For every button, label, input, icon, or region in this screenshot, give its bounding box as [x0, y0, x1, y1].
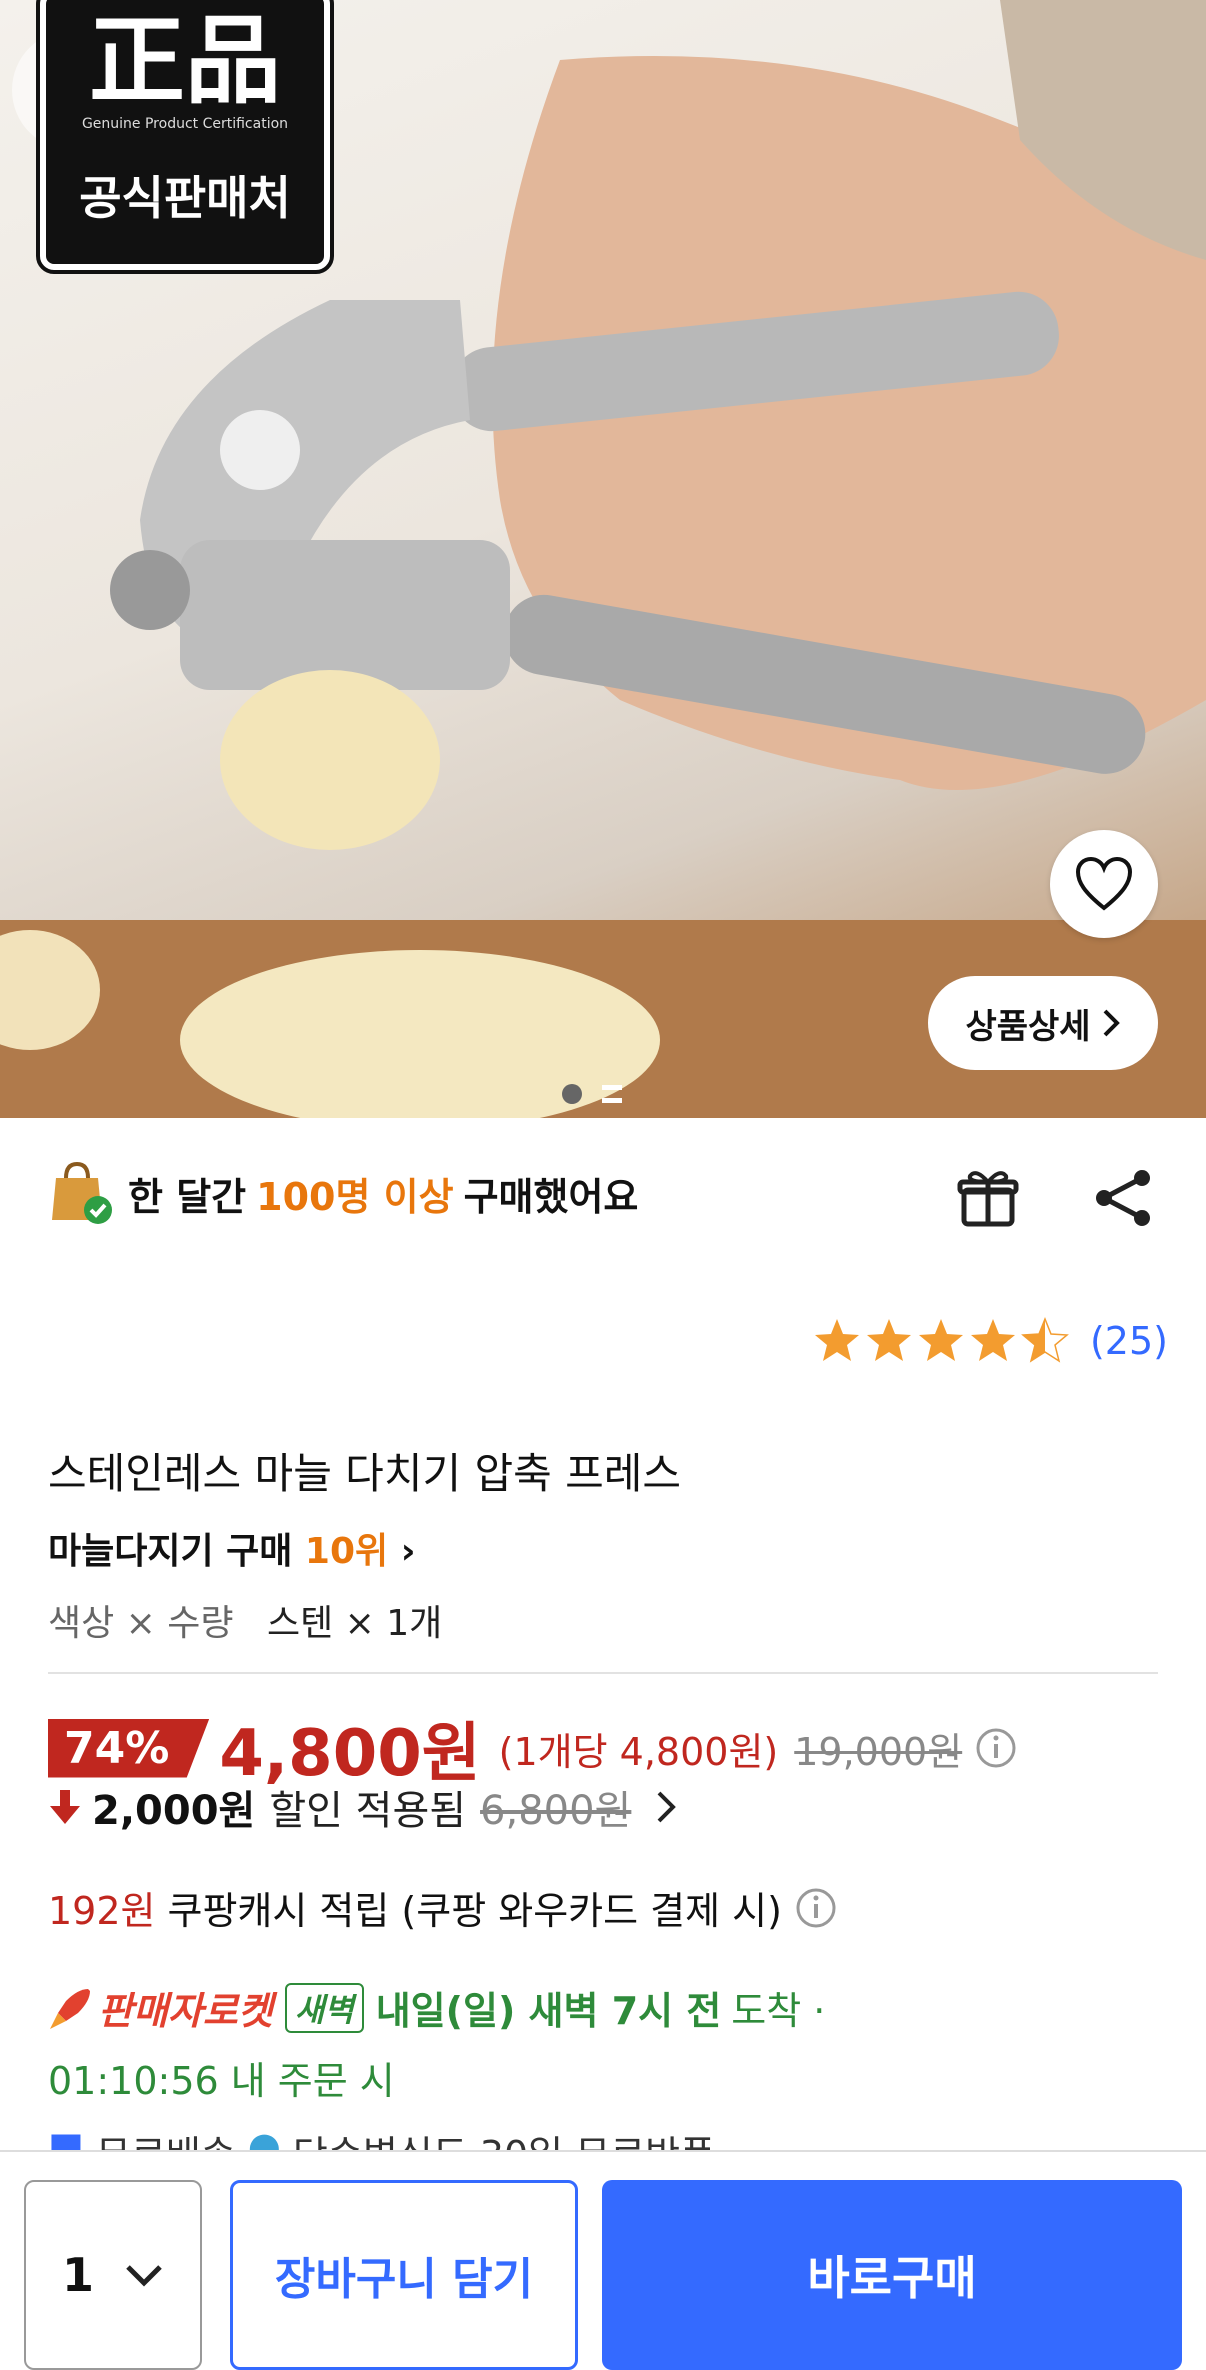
- rocket-icon: [50, 1988, 90, 2029]
- shopping-bag-icon: [52, 1161, 112, 1224]
- option-value: 스텐 × 1개: [266, 1603, 443, 1644]
- chevron-right-icon: ›: [400, 1531, 416, 1572]
- star-rating: [814, 1316, 1069, 1363]
- carousel-indicator: [562, 1084, 622, 1104]
- chevron-down-icon: [126, 2265, 162, 2287]
- cash-amount: 192원: [48, 1889, 156, 1933]
- info-icon[interactable]: [794, 1886, 838, 1930]
- cash-text: 쿠팡캐시 적립 (쿠팡 와우카드 결제 시): [167, 1889, 782, 1933]
- original-price: 19,000원: [794, 1729, 963, 1774]
- share-icon[interactable]: [1092, 1166, 1156, 1230]
- cash-reward: 192원 쿠팡캐시 적립 (쿠팡 와우카드 결제 시): [48, 1880, 838, 1935]
- add-to-cart-button[interactable]: 장바구니 담기: [230, 2180, 578, 2370]
- discount-row[interactable]: 2,000원 할인 적용됨 6,800원: [48, 1778, 679, 1836]
- rating[interactable]: (25): [812, 1316, 1168, 1366]
- purchase-prefix: 한 달간: [128, 1174, 247, 1219]
- product-image-carousel[interactable]: 正品 Genuine Product Certification 공식판매처 상…: [0, 0, 1206, 1118]
- arrival-suffix: 도착 ·: [731, 1989, 826, 2033]
- buy-now-button[interactable]: 바로구매: [602, 2180, 1182, 2370]
- rank-value: 10위: [304, 1531, 389, 1572]
- bottom-action-bar: 1 장바구니 담기 바로구매: [0, 2150, 1206, 2370]
- product-title: 스테인레스 마늘 다치기 압축 프레스: [48, 1449, 682, 1498]
- genuine-badge: 正品 Genuine Product Certification 공식판매처: [36, 0, 334, 274]
- dawn-tag: 새벽: [284, 1982, 364, 2033]
- chevron-right-icon: [1103, 1009, 1120, 1037]
- review-count[interactable]: (25): [1090, 1319, 1168, 1363]
- carousel-dot-active: [562, 1084, 582, 1104]
- purchase-highlight: 100명 이상: [256, 1174, 454, 1219]
- arrow-down-icon: [50, 1790, 80, 1824]
- pre-discount-price: 6,800원: [480, 1788, 632, 1834]
- option-label: 색상 × 수량: [48, 1603, 234, 1644]
- heart-icon: [1075, 856, 1133, 911]
- discount-amount: 2,000원: [92, 1788, 256, 1834]
- seller-rocket-label: 판매자로켓: [98, 1989, 273, 2033]
- info-icon[interactable]: [974, 1726, 1018, 1770]
- badge-cert: Genuine Product Certification: [81, 116, 289, 132]
- rank-prefix: 마늘다지기 구매: [48, 1531, 293, 1572]
- badge-official: 공식판매처: [79, 171, 291, 225]
- delivery-info: 판매자로켓 새벽 내일(일) 새벽 7시 전 도착 ·: [48, 1980, 825, 2035]
- category-rank[interactable]: 마늘다지기 구매 10위 ›: [48, 1522, 416, 1574]
- badge-title: 正品: [89, 4, 281, 117]
- purchase-count: 한 달간 100명 이상 구매했어요: [48, 1160, 638, 1226]
- divider: [48, 1672, 1158, 1674]
- carousel-dot: [602, 1085, 622, 1103]
- discount-text: 할인 적용됨: [269, 1788, 467, 1834]
- product-detail-label: 상품상세: [965, 1006, 1091, 1047]
- unit-price: (1개당 4,800원): [498, 1729, 779, 1774]
- wishlist-button[interactable]: [1050, 830, 1158, 938]
- purchase-suffix: 구매했어요: [463, 1174, 639, 1219]
- order-timer: 01:10:56 내 주문 시: [48, 2059, 395, 2103]
- product-detail-button[interactable]: 상품상세: [928, 976, 1158, 1070]
- quantity-value: 1: [61, 2248, 94, 2302]
- quantity-select[interactable]: 1: [24, 2180, 202, 2370]
- discount-badge: 74%: [48, 1718, 210, 1778]
- chevron-right-icon: [657, 1791, 677, 1823]
- arrival-time: 내일(일) 새벽 7시 전: [375, 1989, 722, 2033]
- gift-icon[interactable]: [956, 1166, 1020, 1230]
- selected-option[interactable]: 색상 × 수량 스텐 × 1개: [48, 1594, 442, 1646]
